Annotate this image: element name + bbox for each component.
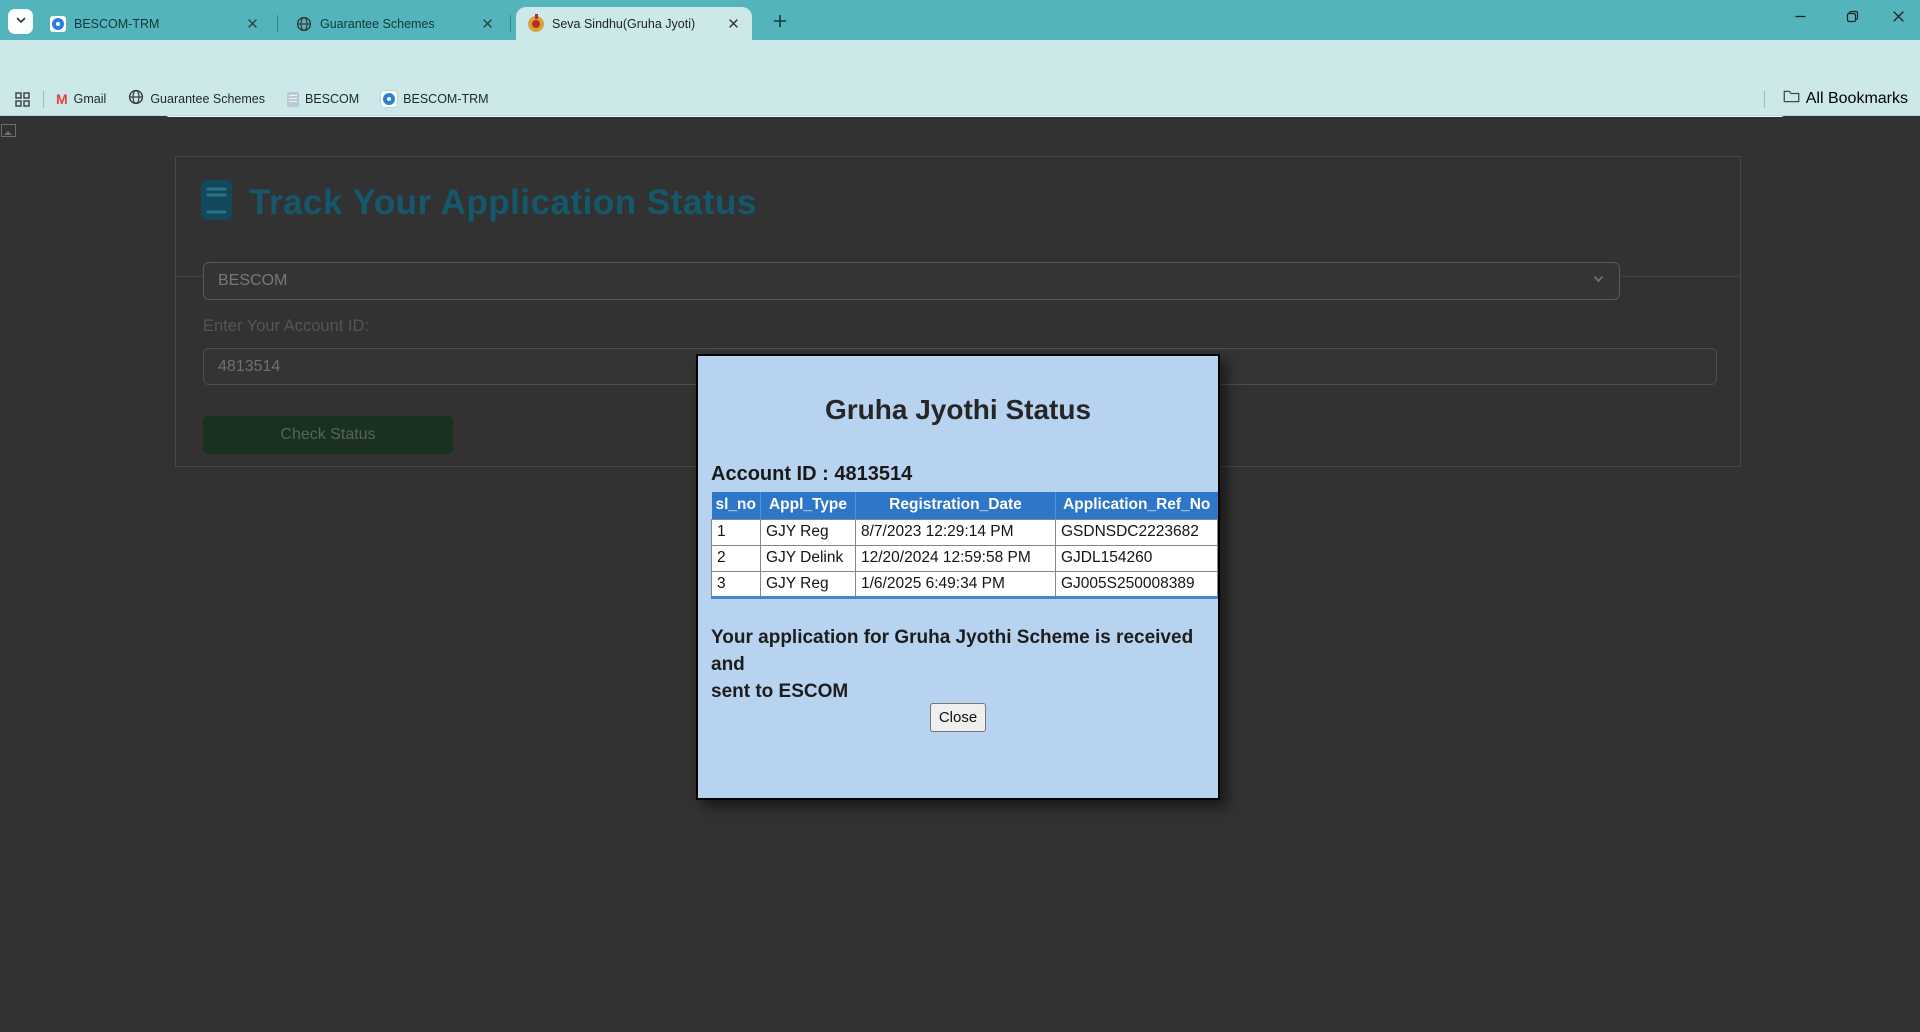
column-header-application-ref-no: Application_Ref_No <box>1055 492 1218 519</box>
window-close-icon <box>1892 10 1905 28</box>
column-header-appl-type: Appl_Type <box>760 492 856 519</box>
all-bookmarks-label: All Bookmarks <box>1805 90 1908 107</box>
broken-image-icon <box>1 124 16 137</box>
bookmark-gmail[interactable]: M Gmail <box>56 91 106 107</box>
browser-window: BESCOM-TRM Guarantee Schemes Seva Sindhu… <box>0 0 1920 1032</box>
select-chevron-icon <box>1592 272 1605 290</box>
account-id-label: Enter Your Account ID: <box>203 317 370 335</box>
provider-select[interactable]: BESCOM <box>203 262 1620 300</box>
chevron-down-icon <box>15 13 27 31</box>
cell-registration-date: 12/20/2024 12:59:58 PM <box>854 544 1056 572</box>
bookmarks-bar: M Gmail Guarantee Schemes BESCOM BESCOM-… <box>0 83 1920 116</box>
tab-close-icon[interactable] <box>243 15 261 33</box>
cell-appl-type: GJY Reg <box>759 570 856 598</box>
cell-application-ref-no: GSDNSDC2223682 <box>1054 518 1219 546</box>
bookmark-guarantee-schemes[interactable]: Guarantee Schemes <box>128 89 265 110</box>
account-id-value: 4813514 <box>218 357 281 375</box>
document-icon <box>286 91 299 107</box>
cell-appl-type: GJY Delink <box>759 544 856 572</box>
tab-close-icon[interactable] <box>724 15 742 33</box>
table-header-row: sl_no Appl_Type Registration_Date Applic… <box>711 492 1218 519</box>
cell-application-ref-no: GJDL154260 <box>1054 544 1219 572</box>
bookmark-bescom[interactable]: BESCOM <box>286 91 360 107</box>
bookmark-label: BESCOM-TRM <box>403 92 489 106</box>
tab-seva-sindhu[interactable]: Seva Sindhu(Gruha Jyoti) <box>516 7 752 40</box>
cell-slno: 3 <box>711 570 761 598</box>
check-status-button[interactable]: Check Status <box>203 416 453 454</box>
new-tab-button[interactable] <box>766 10 793 37</box>
table-row: 1 GJY Reg 8/7/2023 12:29:14 PM GSDNSDC22… <box>711 518 1219 546</box>
plus-icon <box>773 14 787 33</box>
cell-application-ref-no: GJ005S250008389 <box>1054 570 1219 598</box>
bookmarks-separator <box>1763 90 1765 108</box>
modal-title: Gruha Jyothi Status <box>824 394 1092 425</box>
modal-close-button[interactable]: Close <box>930 703 986 732</box>
karnataka-emblem-favicon-icon <box>528 13 544 32</box>
minimize-button[interactable] <box>1778 0 1822 38</box>
tab-strip: BESCOM-TRM Guarantee Schemes Seva Sindhu… <box>0 0 1920 40</box>
browser-toolbar: sevasindhu.karnataka.gov.in/StatucTrack/… <box>0 40 1920 118</box>
tab-title: Guarantee Schemes <box>320 16 435 31</box>
column-header-slno: sl_no <box>711 492 761 519</box>
gmail-icon: M <box>56 91 68 107</box>
column-header-registration-date: Registration_Date <box>855 492 1056 519</box>
bescom-trm-favicon-icon <box>50 15 66 32</box>
status-message-line2: sent to ESCOM <box>711 681 849 702</box>
application-status-table: sl_no Appl_Type Registration_Date Applic… <box>711 492 1219 599</box>
globe-icon <box>128 89 144 110</box>
status-message: Your application for Gruha Jyothi Scheme… <box>711 624 1211 705</box>
cell-appl-type: GJY Reg <box>759 518 856 546</box>
modal-account-id: Account ID : 4813514 <box>711 463 913 485</box>
tab-title: Seva Sindhu(Gruha Jyoti) <box>552 16 696 31</box>
page-title: Track Your Application Status <box>249 182 757 222</box>
bookmark-bescom-trm[interactable]: BESCOM-TRM <box>381 91 489 107</box>
restore-button[interactable] <box>1830 0 1874 38</box>
window-close-button[interactable] <box>1876 0 1920 38</box>
tab-guarantee-schemes[interactable]: Guarantee Schemes <box>284 7 506 40</box>
bookmark-label: BESCOM <box>304 92 360 106</box>
table-row: 3 GJY Reg 1/6/2025 6:49:34 PM GJ005S2500… <box>711 570 1219 598</box>
bookmark-label: Gmail <box>73 92 107 106</box>
globe-favicon-icon <box>296 16 312 32</box>
page-heading: Track Your Application Status <box>200 179 757 226</box>
tab-separator <box>277 15 278 32</box>
cell-registration-date: 8/7/2023 12:29:14 PM <box>854 518 1056 546</box>
bookmark-label: Guarantee Schemes <box>150 92 265 106</box>
restore-icon <box>1846 10 1859 28</box>
cell-slno: 1 <box>711 518 761 546</box>
cell-registration-date: 1/6/2025 6:49:34 PM <box>854 570 1056 598</box>
status-message-line1: Your application for Gruha Jyothi Scheme… <box>711 627 1194 675</box>
bookmarks-separator <box>43 90 44 108</box>
tab-bescom-trm[interactable]: BESCOM-TRM <box>38 7 271 40</box>
minimize-icon <box>1794 10 1807 28</box>
tab-close-icon[interactable] <box>478 15 496 33</box>
tab-search-button[interactable] <box>8 9 33 34</box>
gruha-jyothi-status-modal: Gruha Jyothi Status Account ID : 4813514… <box>696 354 1220 800</box>
tab-separator <box>510 15 511 32</box>
table-row: 2 GJY Delink 12/20/2024 12:59:58 PM GJDL… <box>711 544 1219 572</box>
cell-slno: 2 <box>711 544 761 572</box>
apps-grid-icon[interactable] <box>14 91 31 108</box>
provider-select-value: BESCOM <box>218 272 288 289</box>
journal-book-icon <box>200 179 233 226</box>
tab-title: BESCOM-TRM <box>74 16 160 31</box>
all-bookmarks-button[interactable]: All Bookmarks <box>1752 89 1908 109</box>
bescom-trm-icon <box>381 91 398 107</box>
folder-icon <box>1783 89 1800 109</box>
